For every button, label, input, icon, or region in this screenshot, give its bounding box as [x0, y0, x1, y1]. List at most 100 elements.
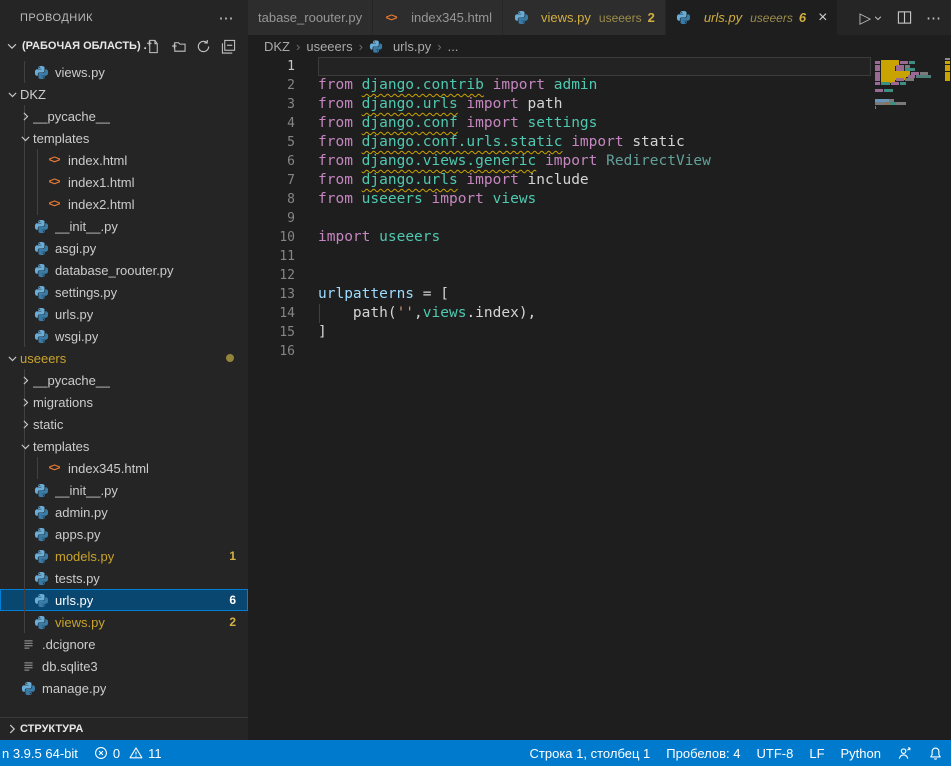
chevron-right-icon: [4, 722, 20, 736]
tree-item--pycache-[interactable]: __pycache__: [0, 369, 248, 391]
workspace-section-header[interactable]: (РАБОЧАЯ ОБЛАСТЬ) ...: [0, 35, 248, 57]
tree-item-settings-py[interactable]: settings.py: [0, 281, 248, 303]
tree-item-wsgi-py[interactable]: wsgi.py: [0, 325, 248, 347]
tree-item-templates[interactable]: templates: [0, 127, 248, 149]
tree-item-manage-py[interactable]: manage.py: [0, 677, 248, 699]
line-number[interactable]: 5: [248, 133, 295, 152]
breadcrumb-item-dkz[interactable]: DKZ: [264, 39, 290, 54]
tab-views-py[interactable]: views.pyuseeers2: [503, 0, 665, 35]
line-number[interactable]: 7: [248, 171, 295, 190]
code-line-15[interactable]: 15]: [248, 323, 871, 342]
code-line-1[interactable]: 1: [248, 57, 871, 76]
tree-item--dcignore[interactable]: .dcignore: [0, 633, 248, 655]
tree-item-urls-py[interactable]: urls.py: [0, 303, 248, 325]
line-number[interactable]: 8: [248, 190, 295, 209]
tab-tabase-roouter-py[interactable]: tabase_roouter.py: [248, 0, 372, 35]
indentation-status[interactable]: Пробелов: 4: [658, 740, 748, 766]
collapse-all-icon[interactable]: [221, 39, 236, 54]
tree-item--pycache-[interactable]: __pycache__: [0, 105, 248, 127]
tree-item-models-py[interactable]: models.py1: [0, 545, 248, 567]
cursor-position-status[interactable]: Строка 1, столбец 1: [522, 740, 659, 766]
refresh-icon[interactable]: [196, 39, 211, 54]
python-interpreter-status[interactable]: n 3.9.5 64-bit: [0, 740, 86, 766]
minimap-line: [875, 89, 893, 92]
outline-section-header[interactable]: СТРУКТУРА: [0, 717, 248, 740]
line-number[interactable]: 9: [248, 209, 295, 228]
line-number[interactable]: 3: [248, 95, 295, 114]
chevron-down-icon: [4, 352, 20, 365]
line-number[interactable]: 11: [248, 247, 295, 266]
tab-urls-py[interactable]: urls.pyuseeers6×: [666, 0, 838, 35]
tab-index345-html[interactable]: <>index345.html: [373, 0, 502, 35]
code-line-11[interactable]: 11: [248, 247, 871, 266]
token: [484, 191, 493, 207]
tree-item-index-html[interactable]: <>index.html: [0, 149, 248, 171]
new-file-icon[interactable]: [146, 39, 161, 54]
eol-status[interactable]: LF: [801, 740, 832, 766]
code-line-7[interactable]: 7from django.urls import include: [248, 171, 871, 190]
breadcrumb-item-useeers[interactable]: useeers: [306, 39, 352, 54]
code-line-5[interactable]: 5from django.conf.urls.static import sta…: [248, 133, 871, 152]
line-number[interactable]: 10: [248, 228, 295, 247]
code-line-4[interactable]: 4from django.conf import settings: [248, 114, 871, 133]
tree-item-index345-html[interactable]: <>index345.html: [0, 457, 248, 479]
line-number[interactable]: 2: [248, 76, 295, 95]
minimap-token: [875, 89, 883, 92]
new-folder-icon[interactable]: [171, 39, 186, 54]
code-line-2[interactable]: 2from django.contrib import admin: [248, 76, 871, 95]
tree-item-db-sqlite3[interactable]: db.sqlite3: [0, 655, 248, 677]
language-mode-status[interactable]: Python: [833, 740, 889, 766]
run-python-file-button[interactable]: ▷: [859, 9, 883, 27]
tree-item-views-py[interactable]: views.py: [0, 61, 248, 83]
code-editor[interactable]: 12from django.contrib import admin3from …: [248, 57, 951, 740]
split-editor-icon[interactable]: [897, 10, 912, 25]
minimap[interactable]: [873, 58, 943, 740]
code-line-9[interactable]: 9: [248, 209, 871, 228]
code-line-6[interactable]: 6from django.views.generic import Redire…: [248, 152, 871, 171]
more-actions-icon[interactable]: ⋯: [219, 9, 235, 27]
tree-item-tests-py[interactable]: tests.py: [0, 567, 248, 589]
tree-item-dkz[interactable]: DKZ: [0, 83, 248, 105]
code-line-14[interactable]: 14 path('',views.index),: [248, 304, 871, 323]
overview-ruler[interactable]: [944, 57, 951, 740]
breadcrumb-item--[interactable]: ...: [448, 39, 459, 54]
line-number[interactable]: 12: [248, 266, 295, 285]
tree-item-apps-py[interactable]: apps.py: [0, 523, 248, 545]
code-line-8[interactable]: 8from useeers import views: [248, 190, 871, 209]
tree-item-useeers[interactable]: useeers: [0, 347, 248, 369]
line-number[interactable]: 15: [248, 323, 295, 342]
tree-item-database-roouter-py[interactable]: database_roouter.py: [0, 259, 248, 281]
line-number[interactable]: 1: [248, 57, 295, 76]
line-number[interactable]: 6: [248, 152, 295, 171]
tree-item-admin-py[interactable]: admin.py: [0, 501, 248, 523]
breadcrumb-item-urls-py[interactable]: urls.py: [369, 39, 431, 54]
problems-status[interactable]: 0 11: [86, 740, 170, 766]
chevron-right-icon: [17, 110, 33, 123]
code-line-10[interactable]: 10import useeers: [248, 228, 871, 247]
code-line-16[interactable]: 16: [248, 342, 871, 361]
more-editor-actions-icon[interactable]: ⋯: [926, 9, 941, 27]
tree-item-index2-html[interactable]: <>index2.html: [0, 193, 248, 215]
tree-item-templates[interactable]: templates: [0, 435, 248, 457]
tree-item-migrations[interactable]: migrations: [0, 391, 248, 413]
chevron-down-icon: [17, 132, 33, 145]
code-line-13[interactable]: 13urlpatterns = [: [248, 285, 871, 304]
close-icon[interactable]: ×: [818, 10, 827, 26]
encoding-status[interactable]: UTF-8: [749, 740, 802, 766]
feedback-icon[interactable]: [889, 740, 920, 766]
tree-item-asgi-py[interactable]: asgi.py: [0, 237, 248, 259]
file-name: DKZ: [20, 87, 46, 102]
tree-item-static[interactable]: static: [0, 413, 248, 435]
tree-item--init-py[interactable]: __init__.py: [0, 215, 248, 237]
tree-item-urls-py[interactable]: urls.py6: [0, 589, 248, 611]
code-line-3[interactable]: 3from django.urls import path: [248, 95, 871, 114]
tree-item-views-py[interactable]: views.py2: [0, 611, 248, 633]
code-line-12[interactable]: 12: [248, 266, 871, 285]
line-number[interactable]: 4: [248, 114, 295, 133]
line-number[interactable]: 16: [248, 342, 295, 361]
tree-item-index1-html[interactable]: <>index1.html: [0, 171, 248, 193]
line-number[interactable]: 14: [248, 304, 295, 323]
tree-item--init-py[interactable]: __init__.py: [0, 479, 248, 501]
line-number[interactable]: 13: [248, 285, 295, 304]
notifications-bell-icon[interactable]: [920, 740, 951, 766]
